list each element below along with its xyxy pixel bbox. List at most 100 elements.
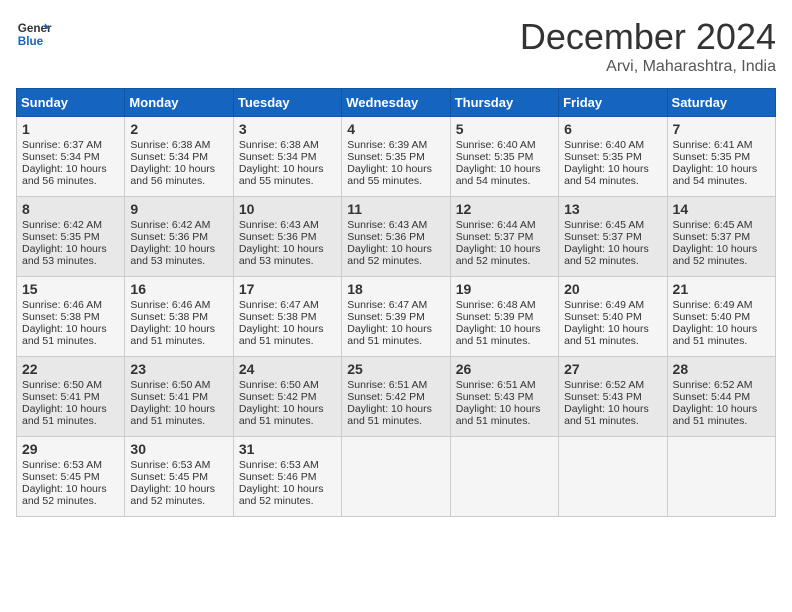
day-info-line: Sunset: 5:34 PM (130, 151, 227, 163)
day-info-line: Sunset: 5:39 PM (456, 311, 553, 323)
day-info-line: Sunset: 5:35 PM (456, 151, 553, 163)
day-info-line: Sunrise: 6:38 AM (239, 139, 336, 151)
day-cell: 16Sunrise: 6:46 AMSunset: 5:38 PMDayligh… (125, 277, 233, 357)
day-info-line: Sunrise: 6:42 AM (22, 219, 119, 231)
day-info-line: and 52 minutes. (673, 255, 770, 267)
day-header-thursday: Thursday (450, 89, 558, 117)
day-number: 20 (564, 281, 661, 297)
day-info-line: Sunset: 5:35 PM (673, 151, 770, 163)
day-number: 22 (22, 361, 119, 377)
day-info-line: Sunrise: 6:46 AM (130, 299, 227, 311)
day-info-line: Sunset: 5:42 PM (239, 391, 336, 403)
day-info-line: Sunrise: 6:53 AM (22, 459, 119, 471)
week-row-3: 15Sunrise: 6:46 AMSunset: 5:38 PMDayligh… (17, 277, 776, 357)
day-number: 3 (239, 121, 336, 137)
day-info-line: Sunrise: 6:47 AM (347, 299, 444, 311)
day-info-line: Sunset: 5:35 PM (564, 151, 661, 163)
day-info-line: Daylight: 10 hours (239, 243, 336, 255)
day-header-saturday: Saturday (667, 89, 775, 117)
day-info-line: Daylight: 10 hours (673, 403, 770, 415)
logo-icon: General Blue (16, 16, 52, 52)
day-info-line: and 55 minutes. (347, 175, 444, 187)
day-cell: 31Sunrise: 6:53 AMSunset: 5:46 PMDayligh… (233, 437, 341, 517)
day-info-line: and 54 minutes. (564, 175, 661, 187)
day-info-line: Daylight: 10 hours (22, 483, 119, 495)
day-cell: 13Sunrise: 6:45 AMSunset: 5:37 PMDayligh… (559, 197, 667, 277)
day-cell: 2Sunrise: 6:38 AMSunset: 5:34 PMDaylight… (125, 117, 233, 197)
day-info-line: and 51 minutes. (239, 415, 336, 427)
day-info-line: Sunset: 5:40 PM (673, 311, 770, 323)
day-info-line: and 52 minutes. (347, 255, 444, 267)
day-info-line: Sunrise: 6:45 AM (673, 219, 770, 231)
day-info-line: Sunrise: 6:42 AM (130, 219, 227, 231)
day-info-line: Sunset: 5:45 PM (130, 471, 227, 483)
day-cell: 25Sunrise: 6:51 AMSunset: 5:42 PMDayligh… (342, 357, 450, 437)
day-info-line: Sunset: 5:37 PM (456, 231, 553, 243)
day-info-line: Sunrise: 6:51 AM (456, 379, 553, 391)
day-info-line: and 51 minutes. (456, 415, 553, 427)
day-info-line: Daylight: 10 hours (22, 403, 119, 415)
day-info-line: Sunrise: 6:40 AM (564, 139, 661, 151)
day-info-line: Sunrise: 6:50 AM (130, 379, 227, 391)
day-number: 27 (564, 361, 661, 377)
day-info-line: Sunset: 5:38 PM (239, 311, 336, 323)
day-info-line: Sunrise: 6:53 AM (130, 459, 227, 471)
day-number: 17 (239, 281, 336, 297)
day-info-line: Daylight: 10 hours (22, 163, 119, 175)
day-info-line: Daylight: 10 hours (564, 243, 661, 255)
day-info-line: Sunset: 5:36 PM (239, 231, 336, 243)
day-header-tuesday: Tuesday (233, 89, 341, 117)
week-row-4: 22Sunrise: 6:50 AMSunset: 5:41 PMDayligh… (17, 357, 776, 437)
day-info-line: Sunrise: 6:49 AM (673, 299, 770, 311)
day-info-line: Daylight: 10 hours (22, 243, 119, 255)
day-cell: 12Sunrise: 6:44 AMSunset: 5:37 PMDayligh… (450, 197, 558, 277)
day-info-line: Daylight: 10 hours (239, 483, 336, 495)
day-cell: 27Sunrise: 6:52 AMSunset: 5:43 PMDayligh… (559, 357, 667, 437)
day-info-line: and 55 minutes. (239, 175, 336, 187)
day-info-line: and 53 minutes. (130, 255, 227, 267)
day-info-line: and 51 minutes. (239, 335, 336, 347)
day-number: 8 (22, 201, 119, 217)
day-info-line: Daylight: 10 hours (347, 163, 444, 175)
day-number: 16 (130, 281, 227, 297)
day-cell: 29Sunrise: 6:53 AMSunset: 5:45 PMDayligh… (17, 437, 125, 517)
day-info-line: and 51 minutes. (564, 335, 661, 347)
day-info-line: and 51 minutes. (673, 335, 770, 347)
day-info-line: and 51 minutes. (22, 415, 119, 427)
day-cell: 22Sunrise: 6:50 AMSunset: 5:41 PMDayligh… (17, 357, 125, 437)
day-info-line: Sunset: 5:34 PM (22, 151, 119, 163)
day-info-line: and 54 minutes. (673, 175, 770, 187)
day-info-line: Daylight: 10 hours (130, 323, 227, 335)
page-header: General Blue December 2024 Arvi, Maharas… (16, 16, 776, 76)
day-info-line: Sunset: 5:38 PM (22, 311, 119, 323)
day-info-line: Sunrise: 6:51 AM (347, 379, 444, 391)
day-number: 5 (456, 121, 553, 137)
day-info-line: Sunrise: 6:49 AM (564, 299, 661, 311)
day-info-line: Sunrise: 6:45 AM (564, 219, 661, 231)
day-info-line: Daylight: 10 hours (347, 243, 444, 255)
day-info-line: Daylight: 10 hours (673, 243, 770, 255)
day-info-line: and 52 minutes. (564, 255, 661, 267)
day-cell: 5Sunrise: 6:40 AMSunset: 5:35 PMDaylight… (450, 117, 558, 197)
day-info-line: Sunset: 5:41 PM (22, 391, 119, 403)
day-info-line: and 56 minutes. (130, 175, 227, 187)
day-info-line: Sunset: 5:41 PM (130, 391, 227, 403)
day-info-line: Sunset: 5:43 PM (564, 391, 661, 403)
day-info-line: Daylight: 10 hours (456, 323, 553, 335)
day-cell: 18Sunrise: 6:47 AMSunset: 5:39 PMDayligh… (342, 277, 450, 357)
svg-text:Blue: Blue (18, 35, 44, 48)
day-info-line: and 51 minutes. (456, 335, 553, 347)
day-info-line: Daylight: 10 hours (456, 403, 553, 415)
day-info-line: Daylight: 10 hours (673, 323, 770, 335)
day-info-line: Sunset: 5:44 PM (673, 391, 770, 403)
day-header-wednesday: Wednesday (342, 89, 450, 117)
day-info-line: Sunset: 5:42 PM (347, 391, 444, 403)
day-info-line: Daylight: 10 hours (564, 163, 661, 175)
day-number: 1 (22, 121, 119, 137)
day-info-line: Daylight: 10 hours (130, 163, 227, 175)
day-info-line: Sunset: 5:40 PM (564, 311, 661, 323)
day-info-line: Sunrise: 6:37 AM (22, 139, 119, 151)
day-info-line: Sunrise: 6:53 AM (239, 459, 336, 471)
day-info-line: Daylight: 10 hours (673, 163, 770, 175)
day-cell: 19Sunrise: 6:48 AMSunset: 5:39 PMDayligh… (450, 277, 558, 357)
